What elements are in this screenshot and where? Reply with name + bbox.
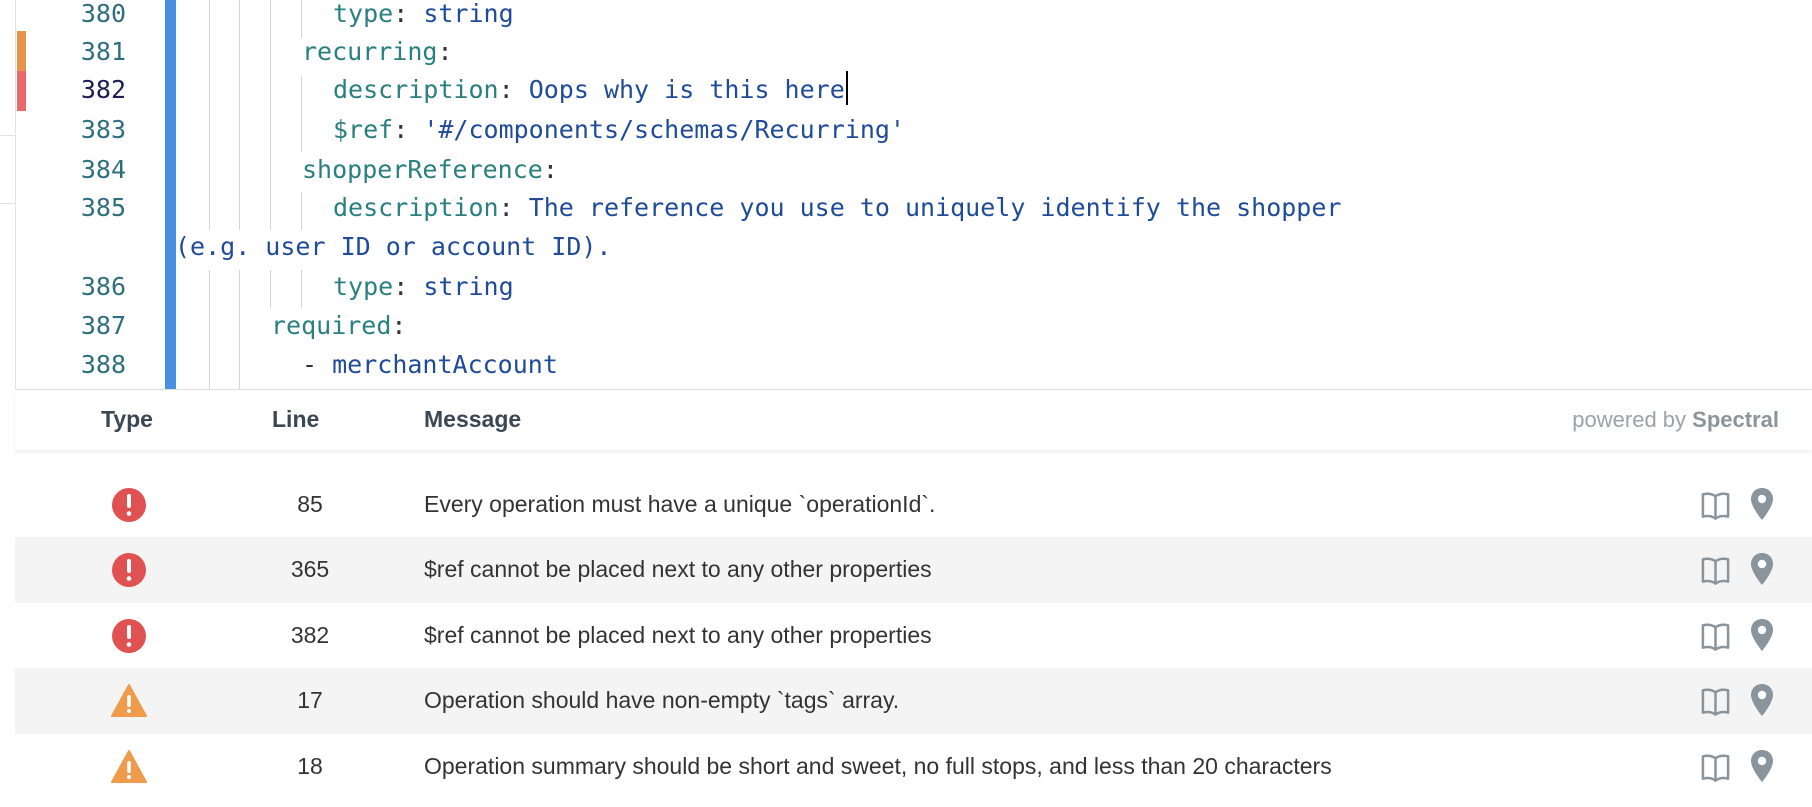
warning-triangle-icon [111,684,147,717]
gutter-warning-marker[interactable] [17,31,26,71]
line-number: 385 [80,193,126,222]
problem-message: $ref cannot be placed next to any other … [424,622,932,648]
indent-guide [270,270,271,308]
text-cursor [845,71,848,105]
line-number: 388 [80,350,126,379]
indent-guide [239,270,240,389]
problem-line-number: 17 [297,687,323,713]
map-pin-icon[interactable] [1750,487,1774,521]
code-line-wrapped[interactable]: (e.g. user ID or account ID). [175,228,612,266]
indent-guide [301,270,302,308]
code-line[interactable]: type: string [333,0,514,33]
code-line[interactable]: type: string [333,268,514,306]
code-line-current[interactable]: description: Oops why is this here [333,71,848,109]
book-icon[interactable] [1700,685,1731,717]
problem-row[interactable]: 17 Operation should have non-empty `tags`… [15,668,1812,734]
problem-row[interactable]: 85 Every operation must have a unique `op… [15,472,1812,538]
warning-triangle-icon [111,750,147,783]
problem-message: Every operation must have a unique `oper… [424,491,936,517]
problem-line-number: 365 [290,556,330,582]
indent-guide [301,192,302,230]
message-column-header[interactable]: Message [424,406,521,433]
line-number-current: 382 [80,75,126,104]
indent-guide [270,0,271,230]
problems-panel: Type Line Message powered by Spectral 85… [15,389,1812,807]
problem-message: Operation summary should be short and sw… [424,753,1332,779]
problem-row[interactable]: 382 $ref cannot be placed next to any oth… [15,603,1812,669]
line-number: 384 [80,155,126,184]
error-circle-icon [112,553,146,587]
map-pin-icon[interactable] [1750,552,1774,586]
powered-by-label: powered by Spectral [1572,407,1779,432]
problem-line-number: 85 [297,491,323,517]
line-number: 380 [80,0,126,28]
indent-guide [209,270,210,389]
line-number: 386 [80,272,126,301]
problem-line-number: 382 [290,622,330,648]
book-icon[interactable] [1700,620,1731,652]
problem-row[interactable]: 18 Operation summary should be short and … [15,734,1812,800]
indent-guide [239,0,240,230]
line-number: 387 [80,311,126,340]
book-icon[interactable] [1700,751,1731,783]
line-column-header[interactable]: Line [272,406,319,433]
indent-guide [209,0,210,230]
code-line[interactable]: recurring: [302,33,453,71]
code-line[interactable]: required: [271,307,406,345]
modified-lines-bar [165,0,176,389]
code-line[interactable]: - merchantAccount [302,346,558,384]
indent-guide [301,76,302,152]
book-icon[interactable] [1700,489,1731,521]
book-icon[interactable] [1700,554,1731,586]
error-circle-icon [112,488,146,522]
line-number: 383 [80,115,126,144]
problems-table-header: Type Line Message powered by Spectral [15,390,1812,450]
map-pin-icon[interactable] [1750,683,1774,717]
type-column-header[interactable]: Type [101,406,153,433]
left-panel-edge [0,0,16,389]
code-line[interactable]: shopperReference: [302,151,558,189]
map-pin-icon[interactable] [1750,749,1774,783]
problem-message: Operation should have non-empty `tags` a… [424,687,900,713]
spectral-brand: Spectral [1692,407,1779,432]
gutter-error-marker[interactable] [17,71,26,111]
error-circle-icon [112,619,146,653]
map-pin-icon[interactable] [1750,618,1774,652]
code-editor[interactable]: 380 381 382 383 384 385 386 387 388 type… [0,0,1812,389]
problem-row[interactable]: 365 $ref cannot be placed next to any oth… [15,537,1812,603]
problem-line-number: 18 [297,753,323,779]
code-line[interactable]: $ref: '#/components/schemas/Recurring' [333,111,905,149]
problem-message: $ref cannot be placed next to any other … [424,556,932,582]
code-line[interactable]: description: The reference you use to un… [333,189,1341,227]
line-number: 381 [80,37,126,66]
